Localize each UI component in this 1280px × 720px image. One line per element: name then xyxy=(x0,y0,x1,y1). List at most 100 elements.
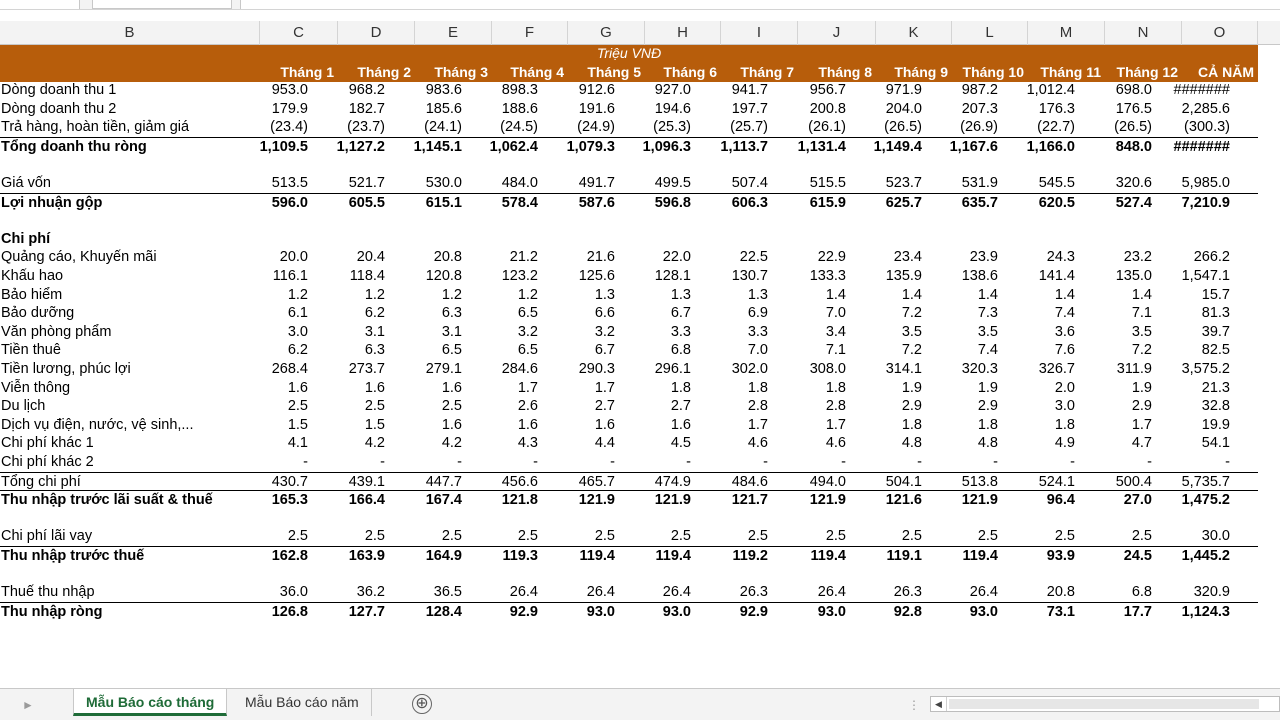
cell-value[interactable]: 625.7 xyxy=(886,194,922,213)
cell-value[interactable]: 135.9 xyxy=(886,267,922,286)
cell-value[interactable]: 499.5 xyxy=(655,174,691,193)
cell-value[interactable]: 92.8 xyxy=(894,603,922,622)
cell-value[interactable]: - xyxy=(763,453,768,472)
cell-value[interactable]: 3.5 xyxy=(978,323,998,342)
cell-value[interactable]: 465.7 xyxy=(579,473,615,492)
cell-value[interactable]: 596.8 xyxy=(655,194,691,213)
cell-value[interactable]: 1.6 xyxy=(365,379,385,398)
cell-value[interactable]: 2.5 xyxy=(1055,527,1075,546)
cell-value[interactable]: 6.2 xyxy=(288,341,308,360)
cell-value[interactable]: 5,985.0 xyxy=(1182,174,1230,193)
row-label[interactable]: Dịch vụ điện, nước, vệ sinh,... xyxy=(1,416,194,435)
cell-value[interactable]: 4.3 xyxy=(518,434,538,453)
cell-value[interactable]: 4.7 xyxy=(1132,434,1152,453)
cell-value[interactable]: 121.9 xyxy=(962,491,998,510)
cell-value[interactable]: 311.9 xyxy=(1117,360,1152,379)
column-header-o[interactable]: O xyxy=(1182,21,1258,45)
cell-value[interactable]: 6.3 xyxy=(442,304,462,323)
cell-value[interactable]: 73.1 xyxy=(1047,603,1075,622)
cell-value[interactable]: 119.4 xyxy=(963,547,999,566)
cell-value[interactable]: - xyxy=(841,453,846,472)
cell-value[interactable]: 7.1 xyxy=(826,341,846,360)
cell-value[interactable]: - xyxy=(533,453,538,472)
cell-value[interactable]: 1.6 xyxy=(288,379,308,398)
name-box[interactable] xyxy=(0,0,80,9)
cell-value[interactable]: 121.9 xyxy=(579,491,615,510)
cell-value[interactable]: 1.9 xyxy=(1132,379,1152,398)
row-label[interactable]: Chi phí xyxy=(1,230,50,249)
cell-value[interactable]: 523.7 xyxy=(886,174,922,193)
row-label[interactable]: Văn phòng phẩm xyxy=(1,323,111,342)
cell-value[interactable]: 474.9 xyxy=(655,473,691,492)
cell-value[interactable]: 6.8 xyxy=(671,341,691,360)
cell-value[interactable]: 320.3 xyxy=(962,360,998,379)
cell-value[interactable]: 4.8 xyxy=(978,434,998,453)
scroll-thumb[interactable] xyxy=(949,699,1259,709)
cell-value[interactable]: 119.4 xyxy=(656,547,692,566)
cell-value[interactable]: 20.8 xyxy=(434,248,462,267)
cell-value[interactable]: 3.3 xyxy=(748,323,768,342)
cell-value[interactable]: 82.5 xyxy=(1202,341,1230,360)
cell-value[interactable]: 1.3 xyxy=(748,286,768,305)
cell-value[interactable]: - xyxy=(457,453,462,472)
cell-value[interactable]: 93.0 xyxy=(587,603,615,622)
cell-value[interactable]: 36.5 xyxy=(434,583,462,602)
cell-value[interactable]: 2.5 xyxy=(826,527,846,546)
row-label[interactable]: Thu nhập trước thuế xyxy=(1,547,144,566)
cell-value[interactable]: 204.0 xyxy=(886,100,922,119)
cell-value[interactable]: - xyxy=(303,453,308,472)
cell-value[interactable]: 615.9 xyxy=(810,194,846,213)
cell-value[interactable]: 24.3 xyxy=(1047,248,1075,267)
cell-value[interactable]: 92.9 xyxy=(510,603,538,622)
cell-value[interactable]: 166.4 xyxy=(349,491,385,510)
cell-value[interactable]: 4.9 xyxy=(1055,434,1075,453)
cell-value[interactable]: 7.2 xyxy=(902,304,922,323)
cell-value[interactable]: 439.1 xyxy=(349,473,385,492)
cell-value[interactable]: 2,285.6 xyxy=(1182,100,1230,119)
cell-value[interactable]: 1.6 xyxy=(442,379,462,398)
cell-value[interactable]: 163.9 xyxy=(349,547,385,566)
cell-value[interactable]: 6.1 xyxy=(288,304,308,323)
cell-value[interactable]: 119.2 xyxy=(733,547,769,566)
cell-value[interactable]: 1,166.0 xyxy=(1027,138,1075,157)
cell-value[interactable]: 128.1 xyxy=(655,267,691,286)
cell-value[interactable]: 1.8 xyxy=(1055,416,1075,435)
cell-value[interactable]: 6.2 xyxy=(365,304,385,323)
cell-value[interactable]: 21.6 xyxy=(587,248,615,267)
cell-value[interactable]: 135.0 xyxy=(1116,267,1152,286)
cell-value[interactable]: (25.3) xyxy=(653,118,691,137)
formula-input[interactable] xyxy=(240,0,1280,9)
cell-value[interactable]: 119.1 xyxy=(887,547,923,566)
column-header-l[interactable]: L xyxy=(952,21,1028,45)
cell-value[interactable]: 983.6 xyxy=(426,81,462,100)
cell-value[interactable]: 23.9 xyxy=(970,248,998,267)
cell-value[interactable]: 2.6 xyxy=(518,397,538,416)
cell-value[interactable]: 2.5 xyxy=(518,527,538,546)
cell-value[interactable]: 7,210.9 xyxy=(1182,194,1230,213)
cell-value[interactable]: 596.0 xyxy=(272,194,308,213)
cell-value[interactable]: 3.0 xyxy=(1055,397,1075,416)
row-label[interactable]: Tiền thuê xyxy=(1,341,61,360)
cell-value[interactable]: 7.2 xyxy=(902,341,922,360)
cell-value[interactable]: 507.4 xyxy=(732,174,768,193)
cell-value[interactable]: 6.9 xyxy=(748,304,768,323)
cell-value[interactable]: 515.5 xyxy=(810,174,846,193)
cell-value[interactable]: 1.6 xyxy=(442,416,462,435)
cell-value[interactable]: 22.0 xyxy=(663,248,691,267)
cell-value[interactable]: (300.3) xyxy=(1184,118,1230,137)
cell-value[interactable]: 1.6 xyxy=(518,416,538,435)
cell-value[interactable]: 1.4 xyxy=(902,286,922,305)
cell-value[interactable]: 4.2 xyxy=(365,434,385,453)
cell-value[interactable]: 1.8 xyxy=(978,416,998,435)
cell-value[interactable]: 635.7 xyxy=(962,194,998,213)
cell-value[interactable]: 2.5 xyxy=(902,527,922,546)
column-header-h[interactable]: H xyxy=(645,21,721,45)
row-label[interactable]: Quảng cáo, Khuyến mãi xyxy=(1,248,157,267)
cell-value[interactable]: 273.7 xyxy=(349,360,385,379)
cell-value[interactable]: 121.7 xyxy=(732,491,768,510)
cell-value[interactable]: 430.7 xyxy=(272,473,308,492)
cell-value[interactable]: 1.2 xyxy=(518,286,538,305)
cell-value[interactable]: 24.5 xyxy=(1124,547,1152,566)
cell-value[interactable]: 320.9 xyxy=(1194,583,1230,602)
cell-value[interactable]: 1.5 xyxy=(365,416,385,435)
